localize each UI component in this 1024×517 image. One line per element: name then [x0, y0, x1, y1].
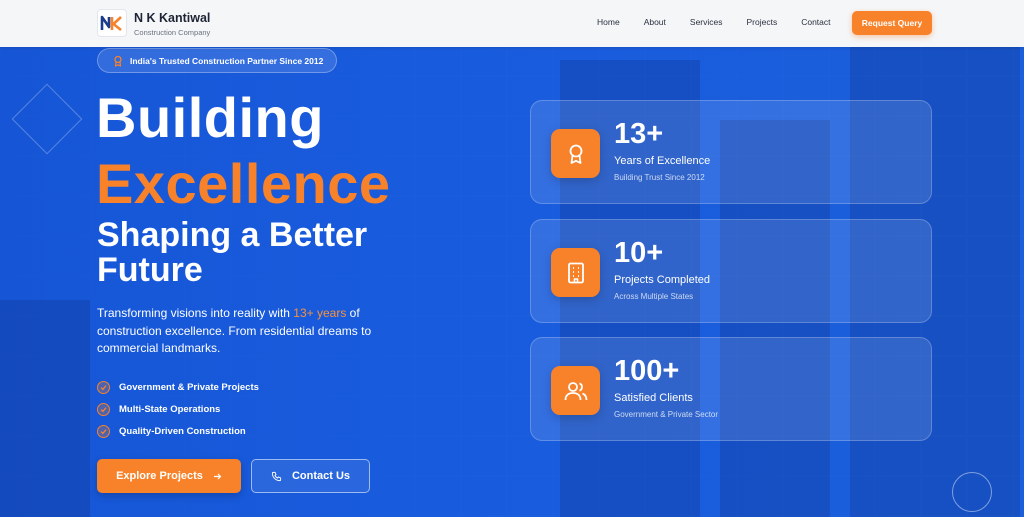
phone-icon: [271, 471, 282, 481]
nav-link-contact[interactable]: Contact: [801, 17, 830, 27]
nav-link-about[interactable]: About: [644, 17, 666, 27]
contact-us-label: Contact Us: [291, 470, 351, 482]
stat-sub: Building Trust Since 2012: [614, 173, 705, 182]
stat-label: Projects Completed: [614, 274, 710, 286]
background-building: [0, 300, 90, 517]
nav-link-services[interactable]: Services: [690, 17, 723, 27]
award-icon: [114, 55, 122, 67]
award-icon: [551, 129, 600, 178]
trust-badge: India's Trusted Construction Partner Sin…: [97, 48, 337, 73]
trust-badge-text: India's Trusted Construction Partner Sin…: [130, 55, 324, 66]
nav-links: Home About Services Projects Contact: [597, 17, 855, 27]
stat-sub: Across Multiple States: [614, 292, 694, 301]
feature-label: Multi-State Operations: [119, 403, 221, 415]
feature-item: Quality-Driven Construction: [97, 420, 259, 442]
stat-card-years: 13+ Years of Excellence Building Trust S…: [530, 100, 932, 204]
logo[interactable]: [97, 9, 127, 37]
navbar: N K Kantiwal Construction Company Home A…: [0, 0, 1024, 47]
check-icon: [97, 424, 110, 438]
stat-label: Years of Excellence: [614, 155, 711, 167]
logo-icon: [100, 15, 122, 32]
feature-list: Government & Private Projects Multi-Stat…: [97, 376, 259, 442]
hero-description-highlight: 13+ years: [293, 306, 347, 320]
stat-value: 13+: [614, 118, 664, 150]
hero-title-building: Building: [96, 86, 324, 149]
building-icon: [551, 248, 600, 297]
nav-link-projects[interactable]: Projects: [747, 17, 778, 27]
feature-item: Government & Private Projects: [97, 376, 259, 398]
stat-value: 10+: [614, 237, 664, 269]
feature-label: Quality-Driven Construction: [119, 425, 246, 437]
decorative-circle: [952, 472, 992, 512]
nav-link-home[interactable]: Home: [597, 17, 620, 27]
contact-us-button[interactable]: Contact Us: [251, 459, 370, 493]
brand-subtitle: Construction Company: [134, 28, 211, 37]
users-icon: [551, 366, 600, 415]
request-query-button[interactable]: Request Query: [852, 11, 932, 35]
stat-value: 100+: [614, 355, 680, 387]
hero-subtitle: Shaping a Better Future: [97, 216, 368, 289]
stat-card-projects: 10+ Projects Completed Across Multiple S…: [530, 219, 932, 323]
feature-item: Multi-State Operations: [97, 398, 259, 420]
decorative-diamond: [11, 83, 83, 155]
hero-description-part: Transforming visions into reality with: [97, 306, 294, 320]
feature-label: Government & Private Projects: [119, 381, 259, 393]
hero-description: Transforming visions into reality with 1…: [97, 305, 407, 358]
check-icon: [97, 402, 110, 416]
check-icon: [97, 380, 110, 394]
stat-card-clients: 100+ Satisfied Clients Government & Priv…: [530, 337, 932, 441]
brand-name[interactable]: N K Kantiwal: [134, 11, 210, 25]
explore-projects-button[interactable]: Explore Projects: [97, 459, 241, 493]
stat-sub: Government & Private Sector: [614, 410, 719, 419]
explore-projects-label: Explore Projects: [116, 470, 203, 482]
arrow-right-icon: [213, 473, 222, 479]
hero-title-excellence: Excellence: [96, 152, 391, 215]
stat-label: Satisfied Clients: [614, 392, 693, 404]
